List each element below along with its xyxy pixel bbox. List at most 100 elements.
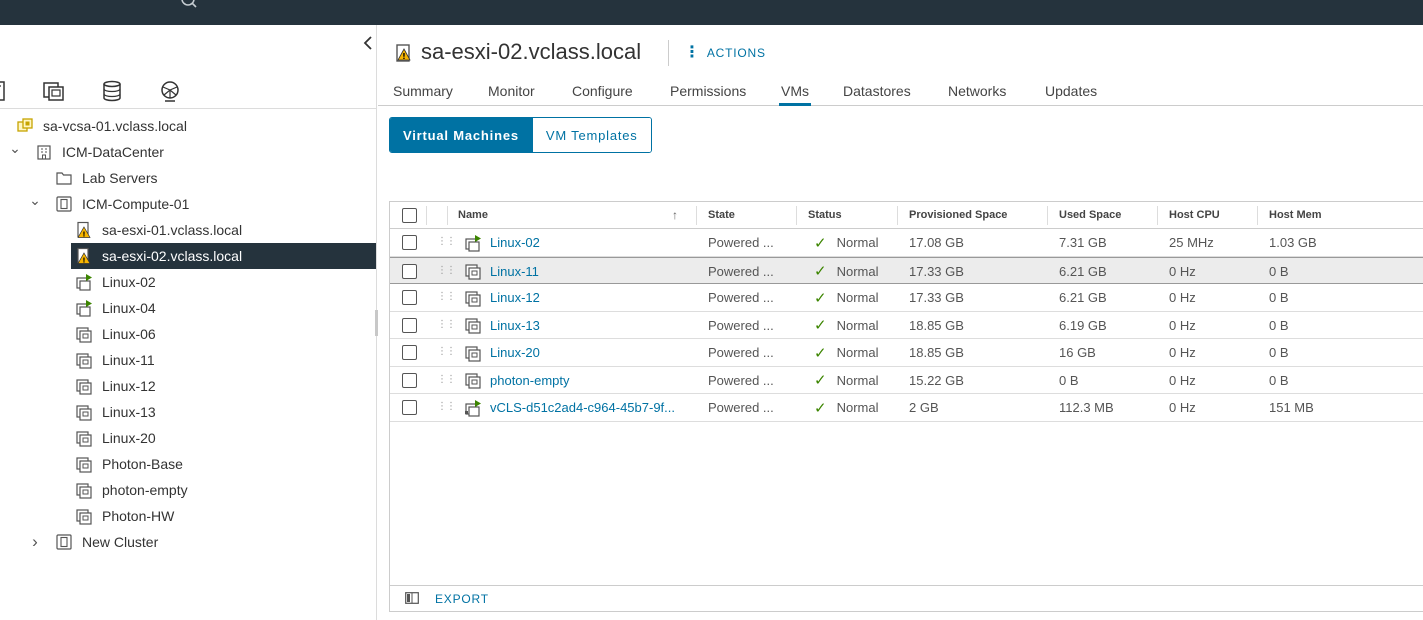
tree-item[interactable]: Linux-06 <box>0 321 376 347</box>
table-row[interactable]: ⋮⋮ Linux-02 Powered ... ✓ Normal 17.08 GB 7.31… <box>390 229 1423 257</box>
row-checkbox[interactable] <box>402 372 417 388</box>
column-header-status[interactable]: Status <box>798 202 842 228</box>
tree-item[interactable]: ⌄ ICM-DataCenter <box>0 139 376 165</box>
arrow-up-icon[interactable]: ↑ <box>672 208 678 222</box>
host-mem-cell: 0 B <box>1269 367 1409 394</box>
collapse-pane-icon[interactable] <box>360 33 376 53</box>
tree-item[interactable]: sa-vcsa-01.vclass.local <box>0 113 376 139</box>
tab-monitor[interactable]: Monitor <box>488 83 535 106</box>
tab-vms[interactable]: VMs <box>779 83 811 106</box>
tree-item[interactable]: photon-empty <box>0 477 376 503</box>
provisioned-space-cell: 17.33 GB <box>909 284 1051 311</box>
table-row[interactable]: ⋮⋮ Linux-12 Powered ... ✓ Normal 17.33 GB 6.21… <box>390 284 1423 312</box>
tab-updates[interactable]: Updates <box>1045 83 1097 106</box>
chevron-down-icon[interactable]: ⌄ <box>8 140 22 156</box>
drag-handle-icon[interactable]: ⋮⋮ <box>437 236 456 247</box>
provisioned-space-cell-text: 17.08 GB <box>909 235 964 250</box>
provisioned-space-cell: 17.33 GB <box>909 258 1051 285</box>
tree-item[interactable]: Linux-02 <box>0 269 376 295</box>
table-row[interactable]: ⋮⋮ Linux-13 Powered ... ✓ Normal 18.85 GB 6.19… <box>390 312 1423 339</box>
row-checkbox[interactable] <box>402 290 417 305</box>
drag-handle-icon[interactable]: ⋮⋮ <box>437 319 456 330</box>
table-row[interactable]: ⋮⋮ Linux-20 Powered ... ✓ Normal 18.85 GB 16 G… <box>390 339 1423 367</box>
search-icon[interactable] <box>180 0 198 10</box>
column-toggle-icon[interactable] <box>405 592 419 604</box>
chevron-right-icon[interactable]: › <box>28 532 42 551</box>
tree-item[interactable]: Lab Servers <box>0 165 376 191</box>
tree-item[interactable]: ! sa-esxi-01.vclass.local <box>0 217 376 243</box>
vm-state-cell-text: Powered ... <box>708 372 774 388</box>
vm-name-link[interactable]: Linux-02 <box>490 235 540 250</box>
tree-item[interactable]: Photon-Base <box>0 451 376 477</box>
table-row[interactable]: ⋮⋮ vCLS-d51c2ad4-c964-45b7-9f... Powered .… <box>390 394 1423 422</box>
chevron-down-icon[interactable]: ⌄ <box>28 192 42 208</box>
row-checkbox[interactable] <box>402 345 417 360</box>
export-button[interactable]: EXPORT <box>435 592 489 606</box>
vm-powered-on-icon <box>75 273 102 291</box>
vm-name-link[interactable]: Linux-13 <box>490 318 540 333</box>
tree-item[interactable]: Linux-13 <box>0 399 376 425</box>
row-checkbox[interactable] <box>402 235 417 250</box>
drag-handle-icon[interactable]: ⋮⋮ <box>437 374 456 385</box>
column-header-name[interactable]: Name <box>448 202 488 228</box>
tree-item-label: ICM-Compute-01 <box>82 196 190 212</box>
drag-handle-icon[interactable]: ⋮⋮ <box>437 265 456 276</box>
actions-label: ACTIONS <box>706 46 766 60</box>
tree-item[interactable]: Photon-HW <box>0 503 376 529</box>
vm-status-cell: ✓ Normal <box>814 394 907 421</box>
toggle-virtual-machines[interactable]: Virtual Machines <box>390 118 532 152</box>
vm-icon <box>75 481 102 499</box>
column-header-host-cpu[interactable]: Host CPU <box>1159 202 1220 228</box>
vms-templates-icon[interactable] <box>42 79 66 103</box>
table-row[interactable]: ⋮⋮ photon-empty Powered ... ✓ Normal 15.22 GB… <box>390 367 1423 394</box>
provisioned-space-cell-text: 18.85 GB <box>909 317 964 333</box>
vm-name-link[interactable]: Linux-12 <box>490 290 540 305</box>
host-cpu-cell-text: 25 MHz <box>1169 235 1214 250</box>
vm-name-link[interactable]: vCLS-d51c2ad4-c964-45b7-9f... <box>490 400 675 415</box>
vm-status-cell-text: Normal <box>836 372 879 388</box>
column-header-used-space[interactable]: Used Space <box>1049 202 1121 228</box>
provisioned-space-cell-text: 18.85 GB <box>909 345 964 360</box>
tree-item[interactable]: Linux-04 <box>0 295 376 321</box>
folder-icon <box>55 169 82 187</box>
column-header-state[interactable]: State <box>698 202 735 228</box>
networking-icon[interactable] <box>158 79 182 103</box>
toggle-vm-templates[interactable]: VM Templates <box>531 118 651 152</box>
tab-permissions[interactable]: Permissions <box>670 83 746 106</box>
vm-name-link[interactable]: Linux-11 <box>490 264 539 279</box>
row-checkbox[interactable] <box>402 263 417 279</box>
tab-summary[interactable]: Summary <box>393 83 453 106</box>
tree-item[interactable]: › New Cluster <box>0 529 376 555</box>
vm-status-cell-text: Normal <box>836 235 879 250</box>
row-checkbox[interactable] <box>402 400 417 415</box>
table-row[interactable]: ⋮⋮ Linux-11 Powered ... ✓ Normal 17.33 GB 6.21… <box>390 256 1423 285</box>
tree-item[interactable]: Linux-12 <box>0 373 376 399</box>
select-all-checkbox[interactable] <box>402 208 417 223</box>
vm-name-link[interactable]: Linux-20 <box>490 345 540 360</box>
vm-name-link[interactable]: photon-empty <box>490 373 570 388</box>
tree-item[interactable]: Linux-20 <box>0 425 376 451</box>
column-header-provisioned-space[interactable]: Provisioned Space <box>899 202 1007 228</box>
tree-item[interactable]: ⌄ ICM-Compute-01 <box>0 191 376 217</box>
host-cpu-cell: 0 Hz <box>1169 394 1261 421</box>
provisioned-space-cell-text: 2 GB <box>909 400 939 415</box>
tab-networks[interactable]: Networks <box>948 83 1006 106</box>
drag-handle-icon[interactable]: ⋮⋮ <box>437 346 456 357</box>
drag-handle-icon[interactable]: ⋮⋮ <box>437 401 456 412</box>
tree-item[interactable]: ! sa-esxi-02.vclass.local <box>71 243 376 269</box>
used-space-cell-text: 6.19 GB <box>1059 317 1107 333</box>
tree-item[interactable]: Linux-11 <box>0 347 376 373</box>
drag-handle-icon[interactable]: ⋮⋮ <box>437 291 456 302</box>
actions-button[interactable]: ⋮ ACTIONS <box>684 44 766 62</box>
column-header-host-mem[interactable]: Host Mem <box>1259 202 1322 228</box>
datacenter-icon <box>35 143 62 161</box>
inventory-pane: sa-vcsa-01.vclass.local ⌄ ICM-DataCenter La… <box>0 25 378 620</box>
tab-datastores[interactable]: Datastores <box>843 83 911 106</box>
tab-configure[interactable]: Configure <box>572 83 633 106</box>
row-checkbox[interactable] <box>402 317 417 333</box>
storage-icon[interactable] <box>100 79 124 103</box>
host-cpu-cell-text: 0 Hz <box>1169 345 1196 360</box>
hosts-clusters-icon[interactable] <box>0 79 10 103</box>
used-space-cell: 6.21 GB <box>1059 284 1161 311</box>
vm-icon <box>75 455 102 473</box>
